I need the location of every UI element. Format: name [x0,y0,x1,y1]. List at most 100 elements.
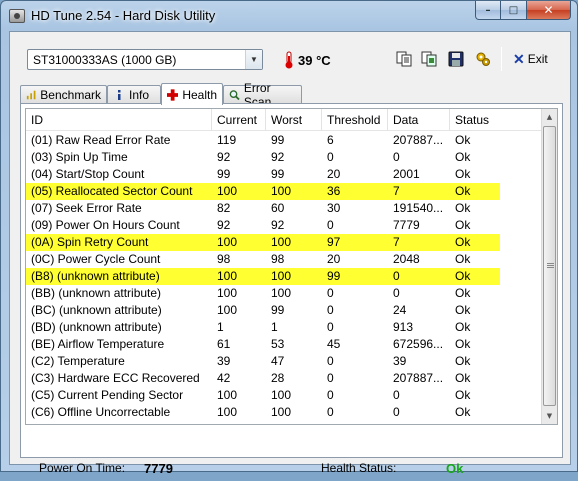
cell-worst: 92 [271,150,285,164]
cell-threshold: 6 [327,133,334,147]
cell-current: 100 [217,388,238,402]
cell-threshold: 0 [327,371,334,385]
drive-select[interactable]: ST31000333AS (1000 GB) ▼ [27,49,263,70]
health-panel: ID Current Worst Threshold Data Status (… [20,103,563,476]
table-row[interactable]: (BE) Airflow Temperature 61 53 45 672596... O… [26,336,544,353]
table-row[interactable]: (0C) Power Cycle Count 98 98 20 2048 Ok [26,251,544,268]
cell-data: 207887... [393,371,444,385]
cell-data: 191540... [393,201,444,215]
table-row[interactable]: (B8) (unknown attribute) 100 100 99 0 Ok [26,268,500,285]
cell-current: 98 [217,252,231,266]
table-row[interactable]: (09) Power On Hours Count 92 92 0 7779 Ok [26,217,544,234]
column-header-worst[interactable]: Worst [266,109,322,131]
drive-select-value: ST31000333AS (1000 GB) [33,53,177,67]
cell-threshold: 0 [327,388,334,402]
table-row[interactable]: (C6) Offline Uncorrectable 100 100 0 0 Ok [26,404,544,421]
column-header-status[interactable]: Status [450,109,544,131]
cell-current: 99 [217,167,231,181]
cell-data: 207887... [393,133,444,147]
cell-worst: 100 [271,269,292,283]
cell-id: (05) Reallocated Sector Count [31,184,193,198]
cell-status: Ok [455,371,471,385]
tab-info-label: Info [129,88,150,102]
smart-attribute-table[interactable]: ID Current Worst Threshold Data Status (… [25,108,558,425]
cell-worst: 47 [271,354,285,368]
cell-threshold: 20 [327,252,341,266]
chevron-down-icon[interactable]: ▼ [245,50,262,69]
power-on-time-value: 7779 [144,461,173,476]
table-row[interactable]: (C2) Temperature 39 47 0 39 Ok [26,353,544,370]
exit-button[interactable]: ✕ Exit [513,50,548,68]
copy-text-icon[interactable] [393,48,415,70]
cell-current: 39 [217,354,231,368]
table-row[interactable]: (BB) (unknown attribute) 100 100 0 0 Ok [26,285,544,302]
cell-data: 0 [393,388,400,402]
close-button[interactable]: ✕ [527,1,571,20]
cell-worst: 99 [271,167,285,181]
save-icon[interactable] [445,48,467,70]
cell-data: 7 [393,184,400,198]
cell-data: 2001 [393,167,420,181]
tab-info[interactable]: Info [107,85,161,104]
exit-label: Exit [527,52,548,66]
minimize-button[interactable]: – [475,1,501,20]
table-row[interactable]: (C3) Hardware ECC Recovered 42 28 0 207887..… [26,370,544,387]
cell-id: (0A) Spin Retry Count [31,235,149,249]
cell-status: Ok [455,252,471,266]
vertical-scrollbar[interactable]: ▲ ▼ [541,109,557,424]
column-header-id[interactable]: ID [26,109,212,131]
column-header-threshold[interactable]: Threshold [322,109,388,131]
title-bar[interactable]: HD Tune 2.54 - Hard Disk Utility – □ ✕ [1,1,577,31]
cell-current: 92 [217,218,231,232]
scroll-up-arrow-icon[interactable]: ▲ [542,109,557,125]
cell-worst: 1 [271,320,278,334]
cell-current: 1 [217,320,224,334]
magnifier-icon [229,90,240,101]
scrollbar-thumb[interactable] [543,126,556,406]
client-area: ST31000333AS (1000 GB) ▼ 39 °C ✕ Exit Be… [9,31,571,476]
table-row[interactable]: (03) Spin Up Time 92 92 0 0 Ok [26,149,544,166]
maximize-button[interactable]: □ [501,1,527,20]
scroll-down-arrow-icon[interactable]: ▼ [542,408,557,424]
tab-error-scan[interactable]: Error Scan [223,81,302,109]
table-row[interactable]: (07) Seek Error Rate 82 60 30 191540... Ok [26,200,544,217]
cell-status: Ok [455,405,471,419]
cell-id: (C6) Offline Uncorrectable [31,405,171,419]
caption-buttons: – □ ✕ [475,1,571,21]
table-row[interactable]: (0A) Spin Retry Count 100 100 97 7 Ok [26,234,500,251]
cell-status: Ok [455,286,471,300]
cell-current: 100 [217,235,238,249]
table-row[interactable]: (01) Raw Read Error Rate 119 99 6 207887... O… [26,132,544,149]
cell-worst: 98 [271,252,285,266]
table-row[interactable]: (BC) (unknown attribute) 100 99 0 24 Ok [26,302,544,319]
cell-data: 672596... [393,337,444,351]
cell-status: Ok [455,337,471,351]
cell-worst: 100 [271,405,292,419]
column-header-current[interactable]: Current [212,109,266,131]
column-header-data[interactable]: Data [388,109,450,131]
copy-screenshot-icon[interactable] [418,48,440,70]
cell-worst: 99 [271,303,285,317]
cell-current: 92 [217,150,231,164]
cell-data: 7 [393,235,400,249]
cell-current: 100 [217,303,238,317]
health-status-value: Ok [446,461,464,476]
table-header: ID Current Worst Threshold Data Status [26,109,544,131]
cell-data: 0 [393,269,400,283]
table-row[interactable]: (05) Reallocated Sector Count 100 100 36 7 Ok [26,183,500,200]
options-icon[interactable] [472,48,494,70]
tab-health[interactable]: Health [161,83,223,105]
cell-threshold: 97 [327,235,341,249]
tab-benchmark[interactable]: Benchmark [20,85,107,104]
cell-data: 0 [393,405,400,419]
table-row[interactable]: (04) Start/Stop Count 99 99 20 2001 Ok [26,166,544,183]
cell-id: (0C) Power Cycle Count [31,252,161,266]
cell-worst: 99 [271,133,285,147]
cell-worst: 100 [271,184,292,198]
cell-data: 0 [393,150,400,164]
table-row[interactable]: (BD) (unknown attribute) 1 1 0 913 Ok [26,319,544,336]
toolbar-separator [501,47,502,71]
cell-data: 0 [393,286,400,300]
table-row[interactable]: (C5) Current Pending Sector 100 100 0 0 Ok [26,387,544,404]
tab-benchmark-label: Benchmark [40,88,101,102]
